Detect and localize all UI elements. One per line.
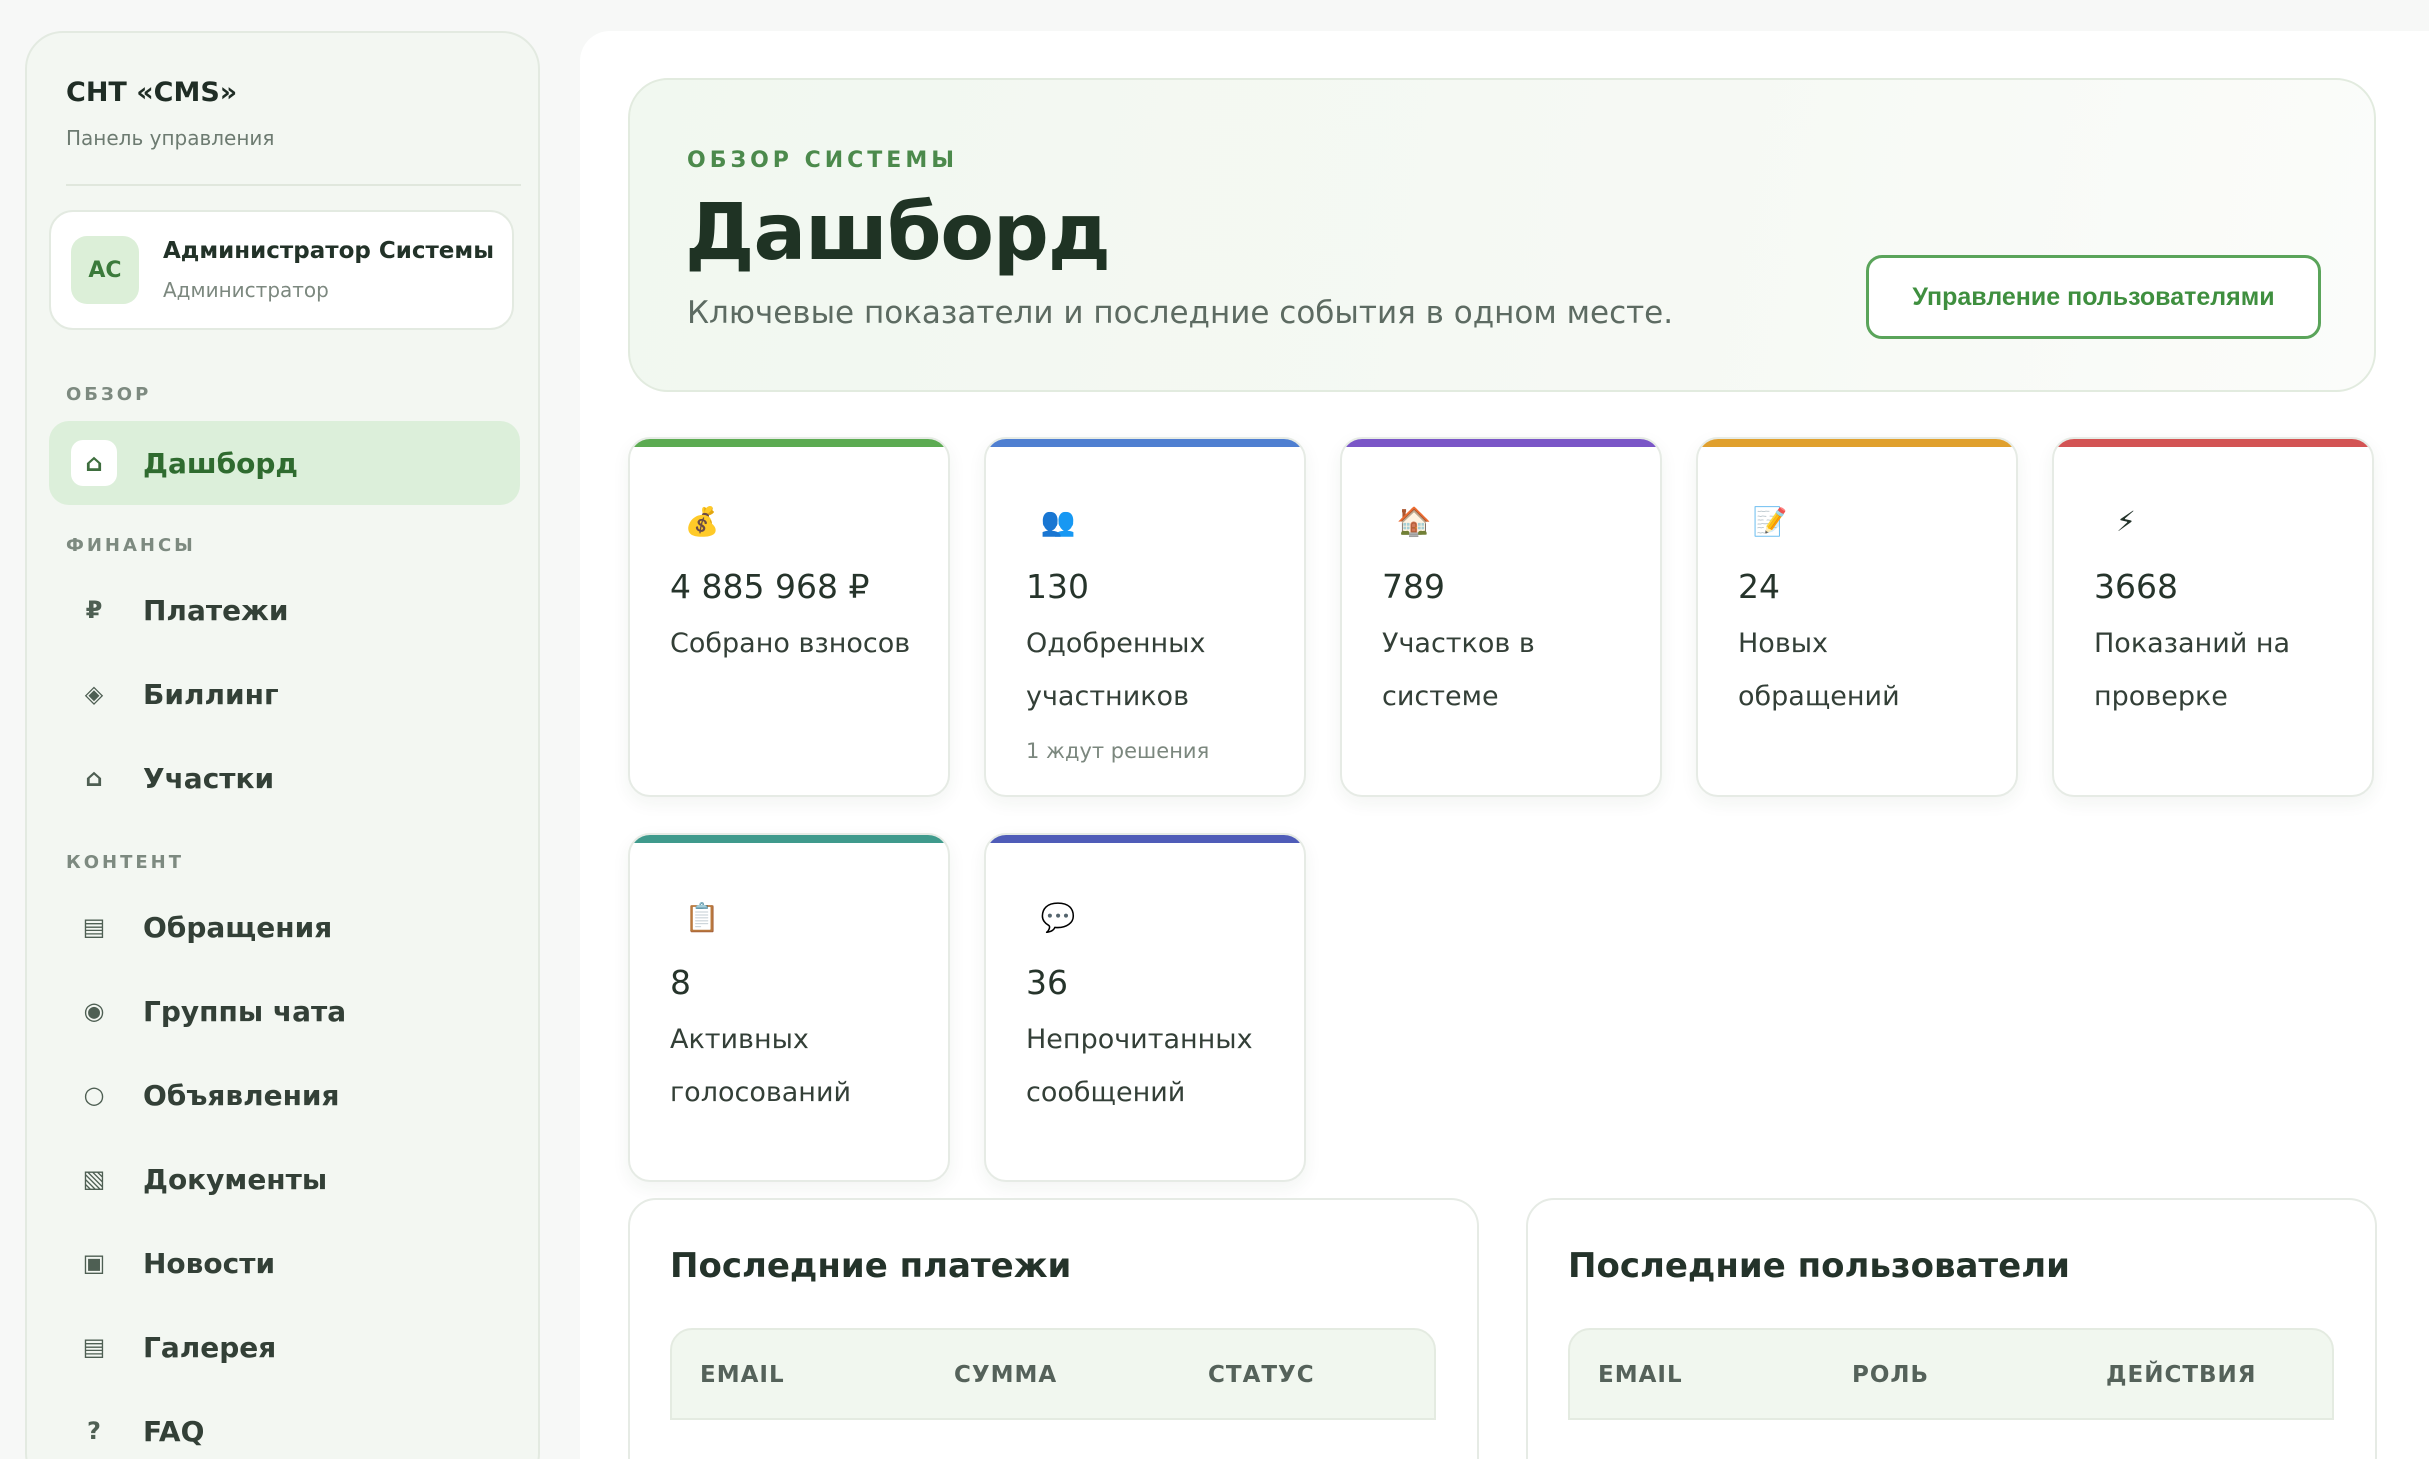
sidebar-item-gallery[interactable]: ▤ Галерея: [49, 1305, 520, 1389]
lightning-icon: ⚡: [2116, 504, 2136, 538]
stat-card-votes: 📋 8 Активных голосований: [628, 833, 950, 1182]
stat-label: Показаний на проверке: [2094, 628, 2291, 712]
column-header: СУММА: [954, 1362, 1058, 1388]
main-content: ОБЗОР СИСТЕМЫ Дашборд Ключевые показател…: [580, 31, 2429, 1459]
home-icon: ⌂: [85, 764, 103, 792]
stat-value: 36: [1026, 963, 1068, 1002]
gallery-icon: ▤: [82, 1333, 106, 1361]
panel-title: Последние платежи: [670, 1246, 1072, 1286]
nav-section-overview: ОБЗОР: [66, 384, 152, 405]
sidebar-item-chat-groups[interactable]: ◉ Группы чата: [49, 969, 520, 1053]
sidebar-item-announcements[interactable]: ○ Объявления: [49, 1053, 520, 1137]
column-header: СТАТУС: [1208, 1362, 1315, 1388]
user-role: Администратор: [163, 278, 329, 302]
sidebar-item-label: Объявления: [143, 1078, 340, 1112]
user-card[interactable]: АС Администратор Системы Администратор: [49, 210, 514, 330]
brand-subtitle: Панель управления: [66, 126, 275, 150]
recent-users-panel: Последние пользователи EMAIL РОЛЬ ДЕЙСТВ…: [1526, 1198, 2377, 1459]
user-info: Администратор Системы Администратор: [163, 238, 494, 302]
sidebar-item-plots[interactable]: ⌂ Участки: [49, 736, 520, 820]
sidebar-item-billing[interactable]: ◈ Биллинг: [49, 652, 520, 736]
sidebar-item-label: Платежи: [143, 593, 289, 627]
manage-users-button[interactable]: Управление пользователями: [1866, 255, 2321, 339]
sidebar-item-requests[interactable]: ▤ Обращения: [49, 885, 520, 969]
column-header: EMAIL: [1598, 1362, 1683, 1388]
stat-value: 4 885 968 ₽: [670, 567, 870, 606]
page-title: Дашборд: [685, 188, 1111, 278]
stat-value: 24: [1738, 567, 1780, 606]
circle-dot-icon: ◉: [83, 997, 105, 1025]
sidebar: СНТ «CMS» Панель управления АС Администр…: [25, 31, 540, 1459]
document-icon: ▧: [82, 1165, 106, 1193]
column-header: ДЕЙСТВИЯ: [2106, 1362, 2257, 1388]
stat-card-plots: 🏠 789 Участков в системе: [1340, 437, 1662, 797]
stat-value: 3668: [2094, 567, 2178, 606]
user-name: Администратор Системы: [163, 238, 495, 264]
stat-value: 130: [1026, 567, 1089, 606]
stat-value: 789: [1382, 567, 1445, 606]
recent-payments-panel: Последние платежи EMAIL СУММА СТАТУС: [628, 1198, 1479, 1459]
speech-bubble-icon: 💬: [1040, 900, 1076, 934]
circle-icon: ○: [83, 1081, 105, 1109]
stat-label: Одобренных участников: [1026, 628, 1206, 712]
stat-value: 8: [670, 963, 691, 1002]
sidebar-item-label: Дашборд: [143, 446, 299, 480]
avatar: АС: [71, 236, 139, 304]
sidebar-item-news[interactable]: ▣ Новости: [49, 1221, 520, 1305]
news-icon: ▣: [82, 1249, 106, 1277]
nav-section-finance: ФИНАНСЫ: [66, 535, 196, 556]
home-icon: ⌂: [71, 440, 117, 486]
users-icon: 👥: [1040, 504, 1076, 538]
stat-card-messages: 💬 36 Непрочитанных сообщений: [984, 833, 1306, 1182]
sidebar-item-label: Участки: [143, 761, 275, 795]
stat-label: Участков в системе: [1382, 628, 1535, 712]
sidebar-item-label: Документы: [143, 1162, 328, 1196]
hero-banner: ОБЗОР СИСТЕМЫ Дашборд Ключевые показател…: [628, 78, 2376, 392]
sidebar-item-label: FAQ: [143, 1414, 205, 1448]
money-bag-icon: 💰: [684, 504, 720, 538]
diamond-icon: ◈: [84, 680, 104, 708]
panel-title: Последние пользователи: [1568, 1246, 2070, 1286]
column-header: EMAIL: [700, 1362, 785, 1388]
brand-title: СНТ «CMS»: [66, 77, 238, 108]
stat-card-readings: ⚡ 3668 Показаний на проверке: [2052, 437, 2374, 797]
sidebar-item-dashboard[interactable]: ⌂ Дашборд: [49, 421, 520, 505]
sidebar-item-faq[interactable]: ? FAQ: [49, 1389, 520, 1459]
divider: [66, 184, 521, 186]
table-header: EMAIL СУММА СТАТУС: [670, 1328, 1436, 1420]
clipboard-icon: 📋: [684, 900, 720, 934]
sidebar-item-label: Обращения: [143, 910, 333, 944]
sidebar-item-payments[interactable]: ₽ Платежи: [49, 568, 520, 652]
table-header: EMAIL РОЛЬ ДЕЙСТВИЯ: [1568, 1328, 2334, 1420]
sidebar-item-documents[interactable]: ▧ Документы: [49, 1137, 520, 1221]
column-header: РОЛЬ: [1852, 1362, 1930, 1388]
page-subtitle: Ключевые показатели и последние события …: [687, 295, 1674, 331]
sidebar-item-label: Биллинг: [143, 677, 279, 711]
memo-icon: 📝: [1752, 504, 1788, 538]
sidebar-item-label: Галерея: [143, 1330, 277, 1364]
stat-label: Собрано взносов: [670, 628, 911, 659]
hero-eyebrow: ОБЗОР СИСТЕМЫ: [687, 148, 959, 173]
list-icon: ▤: [82, 913, 106, 941]
stat-label: Новых обращений: [1738, 628, 1900, 712]
question-icon: ?: [87, 1417, 101, 1445]
stat-card-members: 👥 130 Одобренных участников 1 ждут решен…: [984, 437, 1306, 797]
stat-label: Непрочитанных сообщений: [1026, 1024, 1253, 1108]
stat-note: 1 ждут решения: [1026, 739, 1210, 763]
nav-section-content: КОНТЕНТ: [66, 852, 184, 873]
stat-label: Активных голосований: [670, 1024, 852, 1108]
stat-card-requests: 📝 24 Новых обращений: [1696, 437, 2018, 797]
house-icon: 🏠: [1396, 504, 1432, 538]
stat-card-fees: 💰 4 885 968 ₽ Собрано взносов: [628, 437, 950, 797]
sidebar-item-label: Новости: [143, 1246, 276, 1280]
sidebar-item-label: Группы чата: [143, 994, 347, 1028]
ruble-icon: ₽: [85, 596, 103, 624]
